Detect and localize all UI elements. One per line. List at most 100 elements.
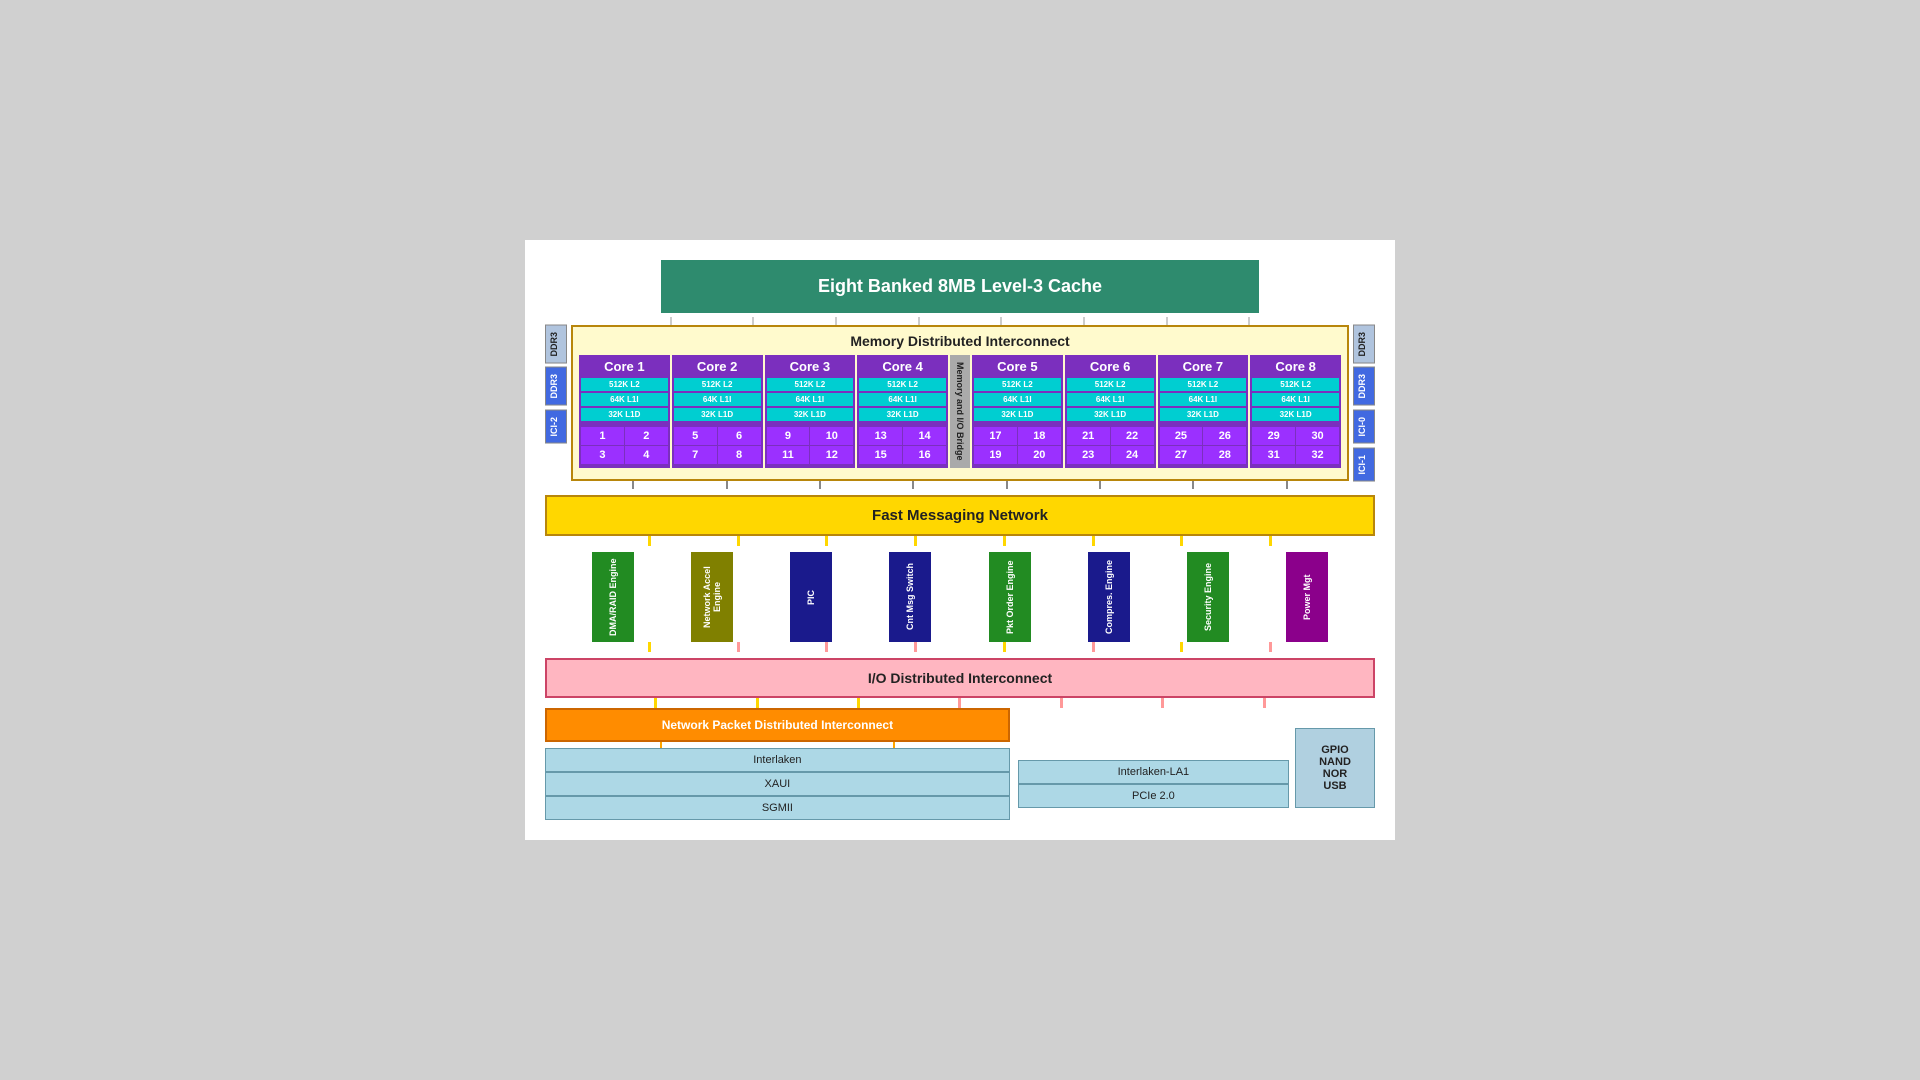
net-row-interlaken-la1: Interlaken-LA1 xyxy=(1018,760,1289,784)
mem-interconnect-wrapper: DDR3 DDR3 ICI-2 Memory Distributed Inter… xyxy=(545,325,1375,481)
thread-num: 11 xyxy=(767,446,810,464)
cache-label: 512K L2 xyxy=(859,378,946,391)
l3-cache-box: Eight Banked 8MB Level-3 Cache xyxy=(661,260,1259,313)
thread-num: 4 xyxy=(625,446,668,464)
thread-num: 24 xyxy=(1111,446,1154,464)
cache-label: 64K L1I xyxy=(581,393,668,406)
cache-label: 512K L2 xyxy=(767,378,854,391)
ici0-label: ICI-0 xyxy=(1353,410,1375,444)
core-box-core-7: Core 7 512K L2 64K L1I 32K L1D 25262728 xyxy=(1158,355,1249,468)
thread-num: 22 xyxy=(1111,427,1154,445)
right-bottom: Interlaken-LA1 PCIe 2.0 GPIO NAND NOR US… xyxy=(1018,708,1375,808)
cores-group-right: Core 5512K L264K L1I32K L1D17181920Core … xyxy=(972,355,1341,468)
thread-nums: 25262728 xyxy=(1160,427,1247,464)
engine-pkt-order-engine: Pkt Order Engine xyxy=(989,552,1031,642)
thread-num: 3 xyxy=(581,446,624,464)
engine-dma/raid-engine: DMA/RAID Engine xyxy=(592,552,634,642)
engines-row: DMA/RAID Engine Network Accel Engine PIC Cn… xyxy=(545,552,1375,642)
thread-num: 9 xyxy=(767,427,810,445)
gpio-box: GPIO NAND NOR USB xyxy=(1295,728,1375,808)
cores-wrapper: Core 1512K L264K L1I32K L1D1234Core 2512… xyxy=(579,355,1341,468)
thread-num: 27 xyxy=(1160,446,1203,464)
core-title: Core 3 xyxy=(790,359,830,374)
thread-nums: 9101112 xyxy=(767,427,854,464)
cache-label: 32K L1D xyxy=(1160,408,1247,421)
ici2-label: ICI-2 xyxy=(545,410,567,444)
core-box-core-2: Core 2512K L264K L1I32K L1D5678 xyxy=(672,355,763,468)
thread-num: 21 xyxy=(1067,427,1110,445)
ici1-label: ICI-1 xyxy=(1353,448,1375,482)
core-box-core-4: Core 4 512K L2 64K L1I 32K L1D 13141516 xyxy=(857,355,948,468)
cache-label: 64K L1I xyxy=(1252,393,1339,406)
engine-cnt-msg-switch: Cnt Msg Switch xyxy=(889,552,931,642)
core-title: Core 2 xyxy=(697,359,737,374)
diagram-container: Eight Banked 8MB Level-3 Cache DDR3 DDR3… xyxy=(525,240,1395,840)
core-title: Core 5 xyxy=(997,359,1037,374)
thread-num: 23 xyxy=(1067,446,1110,464)
core-box-core-1: Core 1 512K L2 64K L1I 32K L1D 1234 xyxy=(579,355,670,468)
core-title: Core 8 xyxy=(1275,359,1315,374)
thread-num: 20 xyxy=(1018,446,1061,464)
thread-num: 5 xyxy=(674,427,717,445)
gpio-label: GPIO NAND NOR USB xyxy=(1319,744,1351,792)
thread-num: 13 xyxy=(859,427,902,445)
mem-io-bridge: Memory and I/O Bridge xyxy=(950,355,970,468)
io-interconnect: I/O Distributed Interconnect xyxy=(545,658,1375,698)
cache-label: 64K L1I xyxy=(1160,393,1247,406)
core-title: Core 6 xyxy=(1090,359,1130,374)
thread-num: 8 xyxy=(718,446,761,464)
mem-interconnect-inner: Memory Distributed Interconnect Core 151… xyxy=(571,325,1349,481)
thread-num: 26 xyxy=(1203,427,1246,445)
thread-num: 18 xyxy=(1018,427,1061,445)
thread-num: 1 xyxy=(581,427,624,445)
ddr3-left-labels: DDR3 DDR3 ICI-2 xyxy=(545,325,567,481)
ddr3-label-2: DDR3 xyxy=(545,367,567,406)
cache-label: 512K L2 xyxy=(1160,378,1247,391)
engine-pic: PIC xyxy=(790,552,832,642)
net-row-pcie: PCIe 2.0 xyxy=(1018,784,1289,808)
core-title: Core 7 xyxy=(1183,359,1223,374)
left-bottom: Network Packet Distributed Interconnect … xyxy=(545,708,1010,820)
cache-label: 512K L2 xyxy=(1252,378,1339,391)
thread-num: 28 xyxy=(1203,446,1246,464)
thread-num: 7 xyxy=(674,446,717,464)
core-box-core-5: Core 5512K L264K L1I32K L1D17181920 xyxy=(972,355,1063,468)
thread-num: 30 xyxy=(1296,427,1339,445)
cache-label: 32K L1D xyxy=(1067,408,1154,421)
thread-num: 17 xyxy=(974,427,1017,445)
thread-num: 29 xyxy=(1252,427,1295,445)
core-title: Core 1 xyxy=(604,359,644,374)
cache-label: 512K L2 xyxy=(1067,378,1154,391)
cache-label: 32K L1D xyxy=(1252,408,1339,421)
thread-nums: 13141516 xyxy=(859,427,946,464)
core-box-core-6: Core 6 512K L2 64K L1I 32K L1D 21222324 xyxy=(1065,355,1156,468)
cores-group-left: Core 1 512K L2 64K L1I 32K L1D 1234 Core 2 512… xyxy=(579,355,948,468)
cache-label: 64K L1I xyxy=(859,393,946,406)
cache-label: 64K L1I xyxy=(674,393,761,406)
thread-num: 25 xyxy=(1160,427,1203,445)
cache-label: 64K L1I xyxy=(1067,393,1154,406)
network-packet-box: Network Packet Distributed Interconnect xyxy=(545,708,1010,742)
thread-nums: 21222324 xyxy=(1067,427,1154,464)
cache-label: 32K L1D xyxy=(767,408,854,421)
cache-label: 32K L1D xyxy=(674,408,761,421)
engine-compres.-engine: Compres. Engine xyxy=(1088,552,1130,642)
ddr3-right-labels: DDR3 DDR3 ICI-0 ICI-1 xyxy=(1353,325,1375,481)
core-box-core-8: Core 8 512K L2 64K L1I 32K L1D 29303132 xyxy=(1250,355,1341,468)
thread-nums: 5678 xyxy=(674,427,761,464)
thread-num: 15 xyxy=(859,446,902,464)
thread-num: 6 xyxy=(718,427,761,445)
fast-msg-network: Fast Messaging Network xyxy=(545,495,1375,536)
ddr3-right-1: DDR3 xyxy=(1353,325,1375,364)
net-row-sgmii: SGMII xyxy=(545,796,1010,820)
thread-num: 2 xyxy=(625,427,668,445)
engine-network-accel-engine: Network Accel Engine xyxy=(691,552,733,642)
cache-label: 32K L1D xyxy=(859,408,946,421)
cache-label: 32K L1D xyxy=(581,408,668,421)
cache-label: 64K L1I xyxy=(974,393,1061,406)
thread-num: 32 xyxy=(1296,446,1339,464)
core-title: Core 4 xyxy=(882,359,922,374)
cache-label: 512K L2 xyxy=(581,378,668,391)
thread-num: 14 xyxy=(903,427,946,445)
thread-nums: 29303132 xyxy=(1252,427,1339,464)
